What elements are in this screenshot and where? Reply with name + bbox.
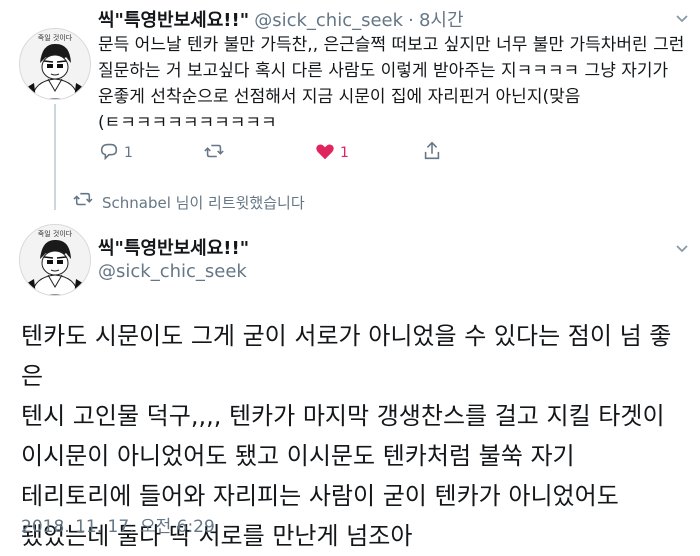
share-icon	[421, 140, 443, 166]
avatar-caption: 죽일 것이다	[38, 33, 73, 42]
user-handle[interactable]: @sick_chic_seek	[98, 261, 247, 282]
tweet-timestamp[interactable]: 2018. 11. 17. 오전 6:29	[21, 512, 215, 537]
separator: ·	[408, 10, 414, 31]
thread-line	[54, 104, 56, 210]
display-name[interactable]: 씩"특영반보세요!!"	[98, 238, 249, 259]
retweet-button[interactable]	[203, 140, 225, 166]
retweet-icon	[72, 191, 94, 213]
avatar-illustration: 죽일 것이다	[20, 225, 90, 295]
reply-count: 1	[124, 145, 133, 161]
retweet-icon	[203, 140, 225, 166]
display-name[interactable]: 씩"특영반보세요!!"	[98, 10, 249, 31]
reply-icon	[98, 140, 120, 166]
retweet-notice-text: Schnabel 님이 리트윗했습니다	[102, 193, 305, 212]
heart-icon	[314, 140, 336, 166]
avatar[interactable]: 죽일 것이다	[19, 28, 91, 100]
avatar-illustration: 죽일 것이다	[20, 29, 90, 99]
share-button[interactable]	[421, 140, 443, 166]
avatar[interactable]: 죽일 것이다	[19, 224, 91, 296]
chevron-down-icon[interactable]	[674, 10, 690, 30]
tweet-actions: 1 1	[98, 140, 568, 166]
handle-row: @sick_chic_seek	[98, 261, 247, 282]
chevron-down-icon[interactable]	[674, 240, 690, 260]
tweet-text: 문득 어느날 텐카 불만 가득찬,, 은근슬쩍 떠보고 싶지만 너무 불만 가득…	[98, 35, 685, 133]
retweet-notice[interactable]: Schnabel 님이 리트윗했습니다	[72, 191, 305, 213]
user-handle[interactable]: @sick_chic_seek	[254, 10, 403, 31]
tweet-header: 씩"특영반보세요!!"	[98, 234, 249, 260]
tweet-time[interactable]: 8시간	[419, 10, 464, 31]
like-count: 1	[340, 145, 349, 161]
tweet-header: 씩"특영반보세요!!" @sick_chic_seek · 8시간	[98, 6, 464, 32]
reply-button[interactable]: 1	[98, 140, 133, 166]
like-button[interactable]: 1	[314, 140, 349, 166]
avatar-caption: 죽일 것이다	[38, 229, 73, 238]
